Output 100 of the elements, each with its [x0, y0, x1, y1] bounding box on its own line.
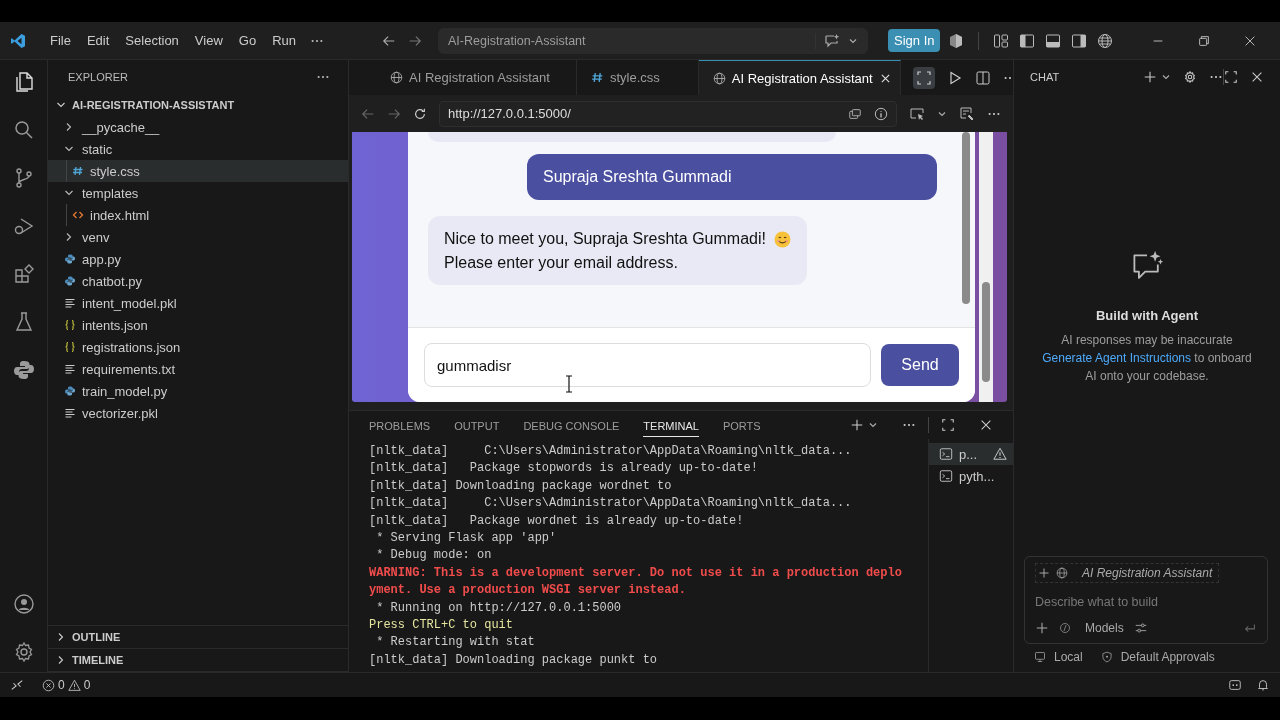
close-icon[interactable]: [1250, 70, 1264, 84]
snake-logo-icon: [64, 275, 76, 287]
file-tree-item[interactable]: registrations.json: [48, 336, 348, 358]
forward-arrow-icon[interactable]: [408, 33, 422, 48]
terminal-line: WARNING: This is a development server. Do not use it in a production deplo: [369, 564, 903, 582]
plus-icon[interactable]: [850, 418, 864, 432]
layout-icon[interactable]: [993, 32, 1010, 49]
screen-pointer-icon[interactable]: [909, 105, 925, 122]
snake-logo-icon[interactable]: [11, 358, 36, 382]
reload-icon[interactable]: [413, 106, 427, 121]
location-picker[interactable]: Local: [1034, 650, 1083, 664]
fullscreen-icon[interactable]: [912, 66, 935, 89]
snake-logo-icon: [64, 385, 76, 397]
sidebar-title: EXPLORER: [68, 71, 128, 83]
shell-list-item[interactable]: pyth...: [929, 465, 1013, 487]
remote-icon[interactable]: [10, 678, 24, 692]
panel-tab[interactable]: OUTPUT: [454, 413, 500, 437]
chat-sparkle-icon[interactable]: [824, 32, 840, 49]
file-tree-item[interactable]: app.py: [48, 248, 348, 270]
panel-tab[interactable]: PROBLEMS: [369, 413, 431, 437]
file-tree-item[interactable]: requirements.txt: [48, 358, 348, 380]
scrollbar[interactable]: [979, 132, 993, 402]
menu-item[interactable]: File: [42, 30, 79, 51]
file-tree-item[interactable]: index.html: [48, 204, 348, 226]
terminal-line: * Restarting with stat: [375, 634, 536, 652]
file-tree-item[interactable]: vectorizer.pkl: [48, 402, 348, 424]
menu-item[interactable]: Edit: [78, 30, 118, 51]
tools-icon[interactable]: [1059, 622, 1071, 634]
braces-icon: [64, 319, 76, 331]
plus-icon[interactable]: [1035, 621, 1049, 635]
settings-icon[interactable]: [1183, 70, 1197, 84]
file-tree-item[interactable]: templates: [48, 182, 348, 204]
split-editor-icon[interactable]: [974, 69, 991, 86]
shell-list-item[interactable]: p...: [929, 443, 1013, 465]
chevron-down-icon[interactable]: [1161, 72, 1171, 82]
restore-icon[interactable]: [1197, 33, 1212, 48]
bell-icon[interactable]: [1256, 678, 1270, 692]
globe-icon: [712, 71, 726, 85]
left-sidebar-icon[interactable]: [1019, 32, 1036, 49]
chat-title: CHAT: [1030, 71, 1060, 83]
disclaimer-text: AI responses may be inaccurate: [1061, 332, 1233, 349]
panel-tab[interactable]: PORTS: [722, 413, 761, 437]
menu-item[interactable]: Run: [264, 30, 304, 51]
prompt-box[interactable]: AI Registration Assistant Describe what to build Models: [1024, 556, 1268, 644]
command-center[interactable]: AI-Registration-Assistant: [438, 27, 868, 54]
editor-logo-icon: [10, 32, 26, 49]
globe-icon[interactable]: [1097, 32, 1114, 49]
file-tree-item[interactable]: train_model.py: [48, 380, 348, 402]
plus-icon[interactable]: [1038, 567, 1050, 579]
menu-item[interactable]: Selection: [117, 30, 187, 51]
send-button[interactable]: Send: [881, 344, 959, 386]
back-arrow-icon[interactable]: [382, 33, 396, 48]
problems-status[interactable]: 0 0: [42, 678, 91, 692]
file-tree-item[interactable]: chatbot.py: [48, 270, 348, 292]
models-picker[interactable]: Models: [1085, 621, 1124, 635]
agent-instructions-link[interactable]: Generate Agent Instructions: [1042, 351, 1191, 365]
terminal-line: yment. Use a production WSGI server instead.: [369, 582, 687, 600]
cube-icon[interactable]: [948, 32, 965, 49]
message-text: Supraja Sreshta Gummadi: [543, 167, 732, 187]
terminal-line: * Debug mode: on: [375, 547, 493, 565]
onboarding-text: Generate Agent Instructions to onboard AI onto your codebase.: [1041, 350, 1253, 385]
panel-tab[interactable]: DEBUG CONSOLE: [523, 413, 620, 437]
snake-logo-icon: [64, 253, 76, 265]
back-arrow-icon[interactable]: [361, 106, 375, 121]
sign-in-button[interactable]: Sign In: [888, 29, 941, 52]
file-tree-item[interactable]: static: [48, 138, 348, 160]
error-icon: [42, 678, 55, 692]
file-tree-item[interactable]: venv: [48, 226, 348, 248]
approvals-picker[interactable]: Default Approvals: [1100, 650, 1215, 664]
close-icon[interactable]: [979, 418, 993, 432]
bottom-panel-icon[interactable]: [1045, 32, 1062, 49]
sliders-icon[interactable]: [1133, 621, 1148, 635]
project-folder[interactable]: AI-REGISTRATION-ASSISTANT: [48, 94, 348, 116]
panel-tab[interactable]: TERMINAL: [643, 413, 699, 437]
right-sidebar-icon[interactable]: [1071, 32, 1088, 49]
braces-icon: [64, 341, 76, 353]
editor-tab[interactable]: AI Registration Assistant: [698, 60, 901, 95]
copy-icon[interactable]: [848, 106, 862, 121]
file-tree-item[interactable]: style.css: [48, 160, 348, 182]
account-icon[interactable]: [11, 592, 36, 616]
terminal-line: [nltk_data] C:\Users\Administrator\AppData\Roaming\nltk_data...: [369, 495, 853, 513]
maximize-icon[interactable]: [941, 418, 955, 432]
file-tree-item[interactable]: intent_model.pkl: [48, 292, 348, 314]
chevron-down-icon[interactable]: [868, 420, 878, 430]
info-icon[interactable]: [874, 106, 888, 121]
file-tree-item[interactable]: intents.json: [48, 314, 348, 336]
menu-item[interactable]: Go: [230, 30, 265, 51]
address-bar[interactable]: http://127.0.0.1:5000/: [439, 100, 897, 127]
maximize-icon[interactable]: [1224, 70, 1238, 84]
forward-arrow-icon[interactable]: [387, 106, 401, 121]
menu-item[interactable]: View: [186, 30, 231, 51]
devtools-icon[interactable]: [959, 105, 975, 122]
terminal-line: [nltk_data] Package wordnet is already up-to-date!: [369, 512, 745, 530]
file-tree-item[interactable]: __pycache__: [48, 116, 348, 138]
terminal-line: * Serving Flask app 'app': [375, 530, 558, 548]
plus-icon[interactable]: [1143, 70, 1157, 84]
sidebar-section[interactable]: OUTLINE: [48, 626, 348, 649]
chat-heading: Build with Agent: [1095, 308, 1199, 323]
message-input[interactable]: gummadisr: [424, 343, 871, 387]
context-chip[interactable]: AI Registration Assistant: [1035, 563, 1220, 583]
